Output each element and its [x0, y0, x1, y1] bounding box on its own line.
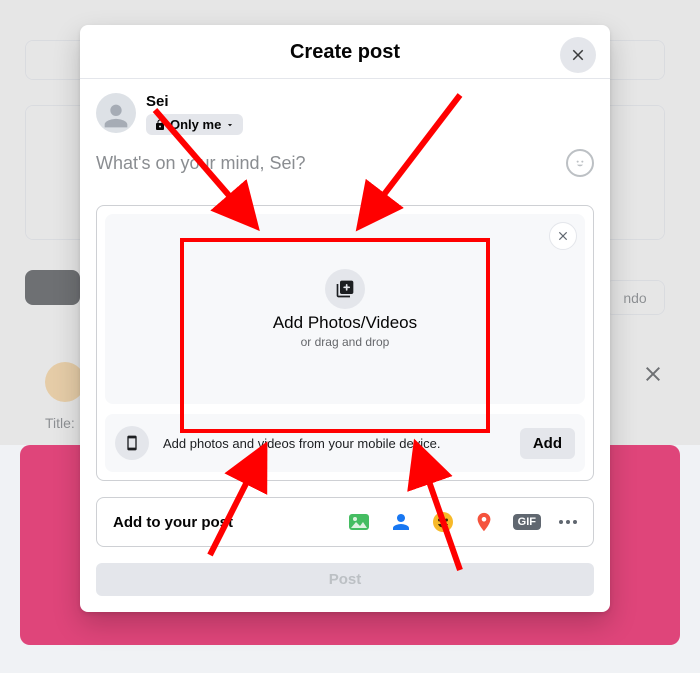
- bg-button: ndo: [605, 280, 665, 315]
- more-options[interactable]: [559, 520, 577, 524]
- emoji-icon: [572, 155, 588, 171]
- close-icon: [556, 229, 570, 243]
- privacy-selector[interactable]: Only me: [146, 114, 243, 135]
- modal-header: Create post: [80, 25, 610, 79]
- lock-icon: [154, 119, 166, 131]
- user-info: Sei Only me: [146, 93, 243, 135]
- user-name: Sei: [146, 93, 243, 110]
- tag-people-option[interactable]: [389, 510, 413, 534]
- add-media-icon: [325, 269, 365, 309]
- bg-close-icon: [641, 362, 665, 386]
- post-text-input[interactable]: What's on your mind, Sei?: [96, 149, 594, 177]
- media-drop-zone[interactable]: Add Photos/Videos or drag and drop: [105, 214, 585, 404]
- close-icon: [569, 46, 587, 64]
- photo-video-option[interactable]: [347, 510, 371, 534]
- create-post-modal: Create post Sei Only me What's on your m…: [80, 25, 610, 612]
- phone-icon: [115, 426, 149, 460]
- person-icon: [99, 99, 133, 133]
- placeholder-text: What's on your mind, Sei?: [96, 153, 306, 174]
- mobile-upload-row: Add photos and videos from your mobile d…: [105, 414, 585, 472]
- feeling-icon: [431, 510, 455, 534]
- options-label: Add to your post: [113, 514, 233, 531]
- options-icons: GIF: [347, 510, 577, 534]
- mobile-upload-text: Add photos and videos from your mobile d…: [163, 436, 506, 451]
- gif-option[interactable]: GIF: [513, 514, 541, 530]
- post-button[interactable]: Post: [96, 563, 594, 596]
- media-box: Add Photos/Videos or drag and drop Add p…: [96, 205, 594, 481]
- post-options-row: Add to your post GIF: [96, 497, 594, 547]
- location-icon: [473, 510, 495, 534]
- feeling-option[interactable]: [431, 510, 455, 534]
- gif-badge: GIF: [513, 514, 541, 530]
- privacy-label: Only me: [170, 117, 221, 132]
- emoji-picker-button[interactable]: [566, 149, 594, 177]
- close-button[interactable]: [560, 37, 596, 73]
- tag-people-icon: [389, 510, 413, 534]
- drop-subtitle: or drag and drop: [301, 335, 390, 349]
- modal-title: Create post: [80, 41, 610, 64]
- more-icon: [559, 520, 577, 524]
- caret-down-icon: [225, 120, 235, 130]
- photo-icon: [347, 510, 371, 534]
- bg-title-label: Title:: [45, 415, 75, 431]
- composer: Sei Only me What's on your mind, Sei?: [80, 79, 610, 185]
- drop-title: Add Photos/Videos: [273, 313, 417, 333]
- avatar: [96, 93, 136, 133]
- media-close-button[interactable]: [549, 222, 577, 250]
- location-option[interactable]: [473, 510, 495, 534]
- user-row: Sei Only me: [96, 93, 594, 135]
- mobile-add-button[interactable]: Add: [520, 428, 575, 459]
